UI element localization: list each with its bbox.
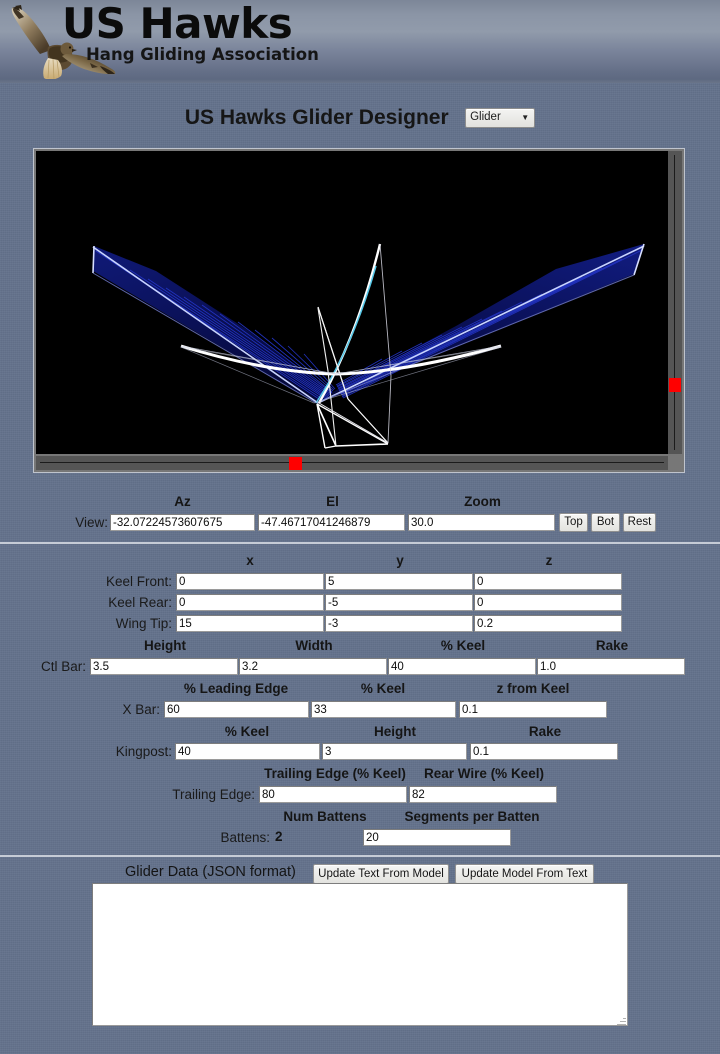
keel-front-label: Keel Front: (105, 574, 172, 589)
separator-top (0, 542, 720, 544)
banner-text-block: US Hawks Hang Gliding Association (62, 2, 319, 64)
keel-front-z[interactable] (474, 573, 622, 590)
separator-bottom (0, 855, 720, 857)
keel-rear-x[interactable] (176, 594, 324, 611)
keel-front-y[interactable] (325, 573, 473, 590)
azimuth-scrollbar[interactable] (36, 456, 668, 470)
kingpost-header-height: Height (374, 724, 416, 739)
view-header-zoom: Zoom (464, 494, 501, 509)
wing-tip-z[interactable] (474, 615, 622, 632)
battens-header-num: Num Battens (283, 809, 367, 824)
site-banner: US Hawks Hang Gliding Association (0, 0, 720, 83)
keel-front-x[interactable] (176, 573, 324, 590)
elevation-scrollbar[interactable] (668, 151, 682, 454)
elevation-scrollbar-track (674, 155, 675, 450)
keel-header-z: z (545, 553, 553, 568)
ctl-bar-label: Ctl Bar: (40, 659, 86, 674)
update-model-from-text-button[interactable]: Update Model From Text (455, 864, 594, 884)
wing-tip-y[interactable] (325, 615, 473, 632)
chevron-down-icon: ▼ (521, 113, 530, 122)
kingpost-header-rake: Rake (528, 724, 562, 739)
ctl-bar-header-rake: Rake (595, 638, 629, 653)
x-bar-zfromkeel-input[interactable] (459, 701, 607, 718)
view-header-el: El (326, 494, 339, 509)
view-row-label: View: (75, 515, 108, 530)
trailing-edge-input[interactable] (259, 786, 407, 803)
view-reset-button[interactable]: Rest (623, 513, 656, 532)
glider-viewport-frame (33, 148, 685, 473)
kingpost-label: Kingpost: (115, 744, 172, 759)
update-text-from-model-button[interactable]: Update Text From Model (313, 864, 449, 884)
glider-3d-canvas[interactable] (36, 151, 668, 454)
azimuth-scrollbar-thumb[interactable] (289, 457, 302, 470)
kingpost-height-input[interactable] (322, 743, 467, 760)
trailing-edge-label: Trailing Edge: (172, 787, 255, 802)
glider-data-label: Glider Data (JSON format) (125, 864, 296, 880)
battens-segments-input[interactable] (363, 829, 511, 846)
rear-wire-input[interactable] (409, 786, 557, 803)
elevation-scrollbar-thumb[interactable] (669, 378, 681, 392)
x-bar-header-zfromkeel: z from Keel (496, 681, 570, 696)
x-bar-header-pctkeel: % Keel (360, 681, 406, 696)
keel-header-x: x (246, 553, 254, 568)
view-top-button[interactable]: Top (559, 513, 588, 532)
x-bar-leadingedge-input[interactable] (164, 701, 309, 718)
model-select[interactable]: Glider ▼ (465, 108, 536, 128)
keel-rear-z[interactable] (474, 594, 622, 611)
ctl-bar-width-input[interactable] (239, 658, 387, 675)
trailing-edge-header-te: Trailing Edge (% Keel) (264, 766, 406, 781)
keel-header-y: y (396, 553, 404, 568)
ctl-bar-header-height: Height (144, 638, 186, 653)
x-bar-pctkeel-input[interactable] (311, 701, 456, 718)
kingpost-rake-input[interactable] (470, 743, 618, 760)
zoom-input[interactable] (408, 514, 555, 531)
ctl-bar-rake-input[interactable] (537, 658, 685, 675)
az-input[interactable] (110, 514, 255, 531)
battens-label: Battens: (220, 830, 270, 845)
battens-count-value: 2 (275, 829, 283, 844)
glider-data-textarea[interactable] (92, 883, 628, 1026)
ctl-bar-header-pctkeel: % Keel (440, 638, 486, 653)
view-bot-button[interactable]: Bot (591, 513, 620, 532)
site-subtitle: Hang Gliding Association (86, 45, 319, 64)
view-header-az: Az (174, 494, 191, 509)
page-title-row: US Hawks Glider Designer Glider ▼ (0, 106, 720, 130)
battens-header-segments: Segments per Batten (404, 809, 540, 824)
ctl-bar-header-width: Width (295, 638, 333, 653)
x-bar-header-leadingedge: % Leading Edge (183, 681, 289, 696)
wing-tip-x[interactable] (176, 615, 324, 632)
x-bar-label: X Bar: (122, 702, 160, 717)
keel-rear-y[interactable] (325, 594, 473, 611)
trailing-edge-header-wire: Rear Wire (% Keel) (424, 766, 544, 781)
wing-tip-label: Wing Tip: (115, 616, 172, 631)
ctl-bar-height-input[interactable] (90, 658, 238, 675)
azimuth-scrollbar-track (40, 462, 664, 463)
keel-rear-label: Keel Rear: (108, 595, 172, 610)
site-title: US Hawks (62, 0, 293, 48)
kingpost-header-pctkeel: % Keel (224, 724, 270, 739)
model-select-value: Glider (470, 111, 501, 123)
kingpost-pctkeel-input[interactable] (175, 743, 320, 760)
page-title: US Hawks Glider Designer (184, 106, 449, 129)
ctl-bar-pctkeel-input[interactable] (388, 658, 536, 675)
el-input[interactable] (258, 514, 405, 531)
